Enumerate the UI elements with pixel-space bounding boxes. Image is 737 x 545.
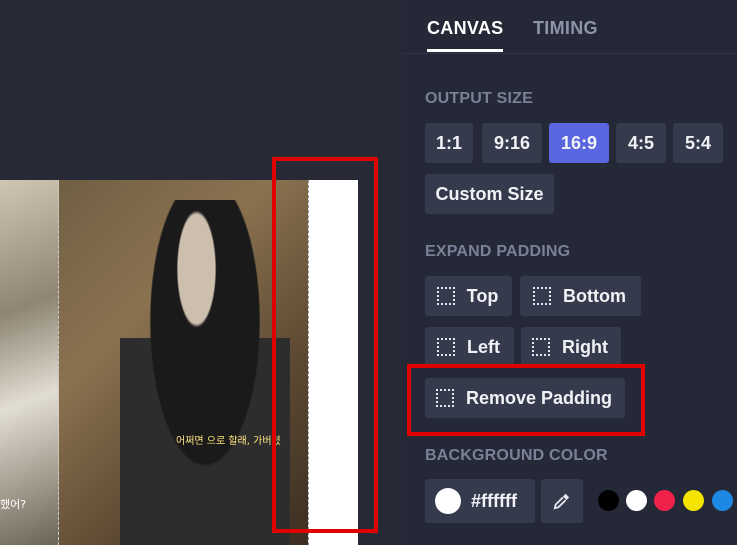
swatch-red[interactable] — [654, 490, 675, 511]
padding-icon — [436, 287, 455, 305]
video-figure — [120, 200, 290, 545]
swatch-white[interactable] — [626, 490, 647, 511]
annotation-highlight-padding — [272, 157, 378, 533]
padding-icon — [532, 338, 550, 356]
size-4-5-button[interactable]: 4:5 — [616, 123, 666, 163]
pad-left-button[interactable]: Left — [425, 327, 514, 367]
video-subtitle-left: 했어? — [0, 498, 27, 511]
swatch-black[interactable] — [598, 490, 619, 511]
size-16-9-button[interactable]: 16:9 — [549, 123, 609, 163]
swatch-yellow[interactable] — [683, 490, 704, 511]
pad-left-label: Left — [467, 336, 500, 357]
tab-bar: CANVAS TIMING — [403, 0, 737, 54]
swatch-blue[interactable] — [712, 490, 733, 511]
custom-size-button[interactable]: Custom Size — [425, 174, 554, 214]
pad-right-button[interactable]: Right — [521, 327, 621, 367]
pad-bottom-label: Bottom — [563, 285, 626, 306]
video-frame[interactable]: 어쩌면 으로 할래, 가버렸 했어? — [0, 180, 308, 545]
pad-right-label: Right — [562, 336, 608, 357]
pad-bottom-button[interactable]: Bottom — [520, 276, 641, 316]
expand-padding-heading: EXPAND PADDING — [425, 243, 571, 260]
settings-panel: CANVAS TIMING OUTPUT SIZE 1:1 9:16 16:9 … — [403, 0, 737, 545]
size-9-16-button[interactable]: 9:16 — [482, 123, 542, 163]
padding-icon — [437, 338, 455, 356]
current-color-swatch — [435, 488, 461, 514]
video-subtitle: 어쩌면 으로 할래, 가버렸 — [176, 436, 281, 447]
output-size-heading: OUTPUT SIZE — [425, 90, 533, 107]
pad-top-button[interactable]: Top — [425, 276, 512, 316]
video-frame-left-panel — [0, 180, 59, 545]
pad-top-label: Top — [466, 285, 499, 306]
size-1-1-button[interactable]: 1:1 — [425, 123, 473, 163]
tab-timing[interactable]: TIMING — [533, 18, 598, 49]
eyedropper-button[interactable] — [541, 479, 583, 523]
size-5-4-button[interactable]: 5:4 — [673, 123, 723, 163]
background-color-picker[interactable]: #ffffff — [425, 479, 535, 523]
background-color-value: #ffffff — [471, 490, 517, 511]
tab-canvas[interactable]: CANVAS — [427, 18, 504, 52]
annotation-highlight-remove-padding — [407, 364, 645, 436]
background-color-heading: BACKGROUND COLOR — [425, 447, 608, 464]
eyedropper-icon — [553, 493, 570, 510]
padding-icon — [533, 287, 551, 305]
